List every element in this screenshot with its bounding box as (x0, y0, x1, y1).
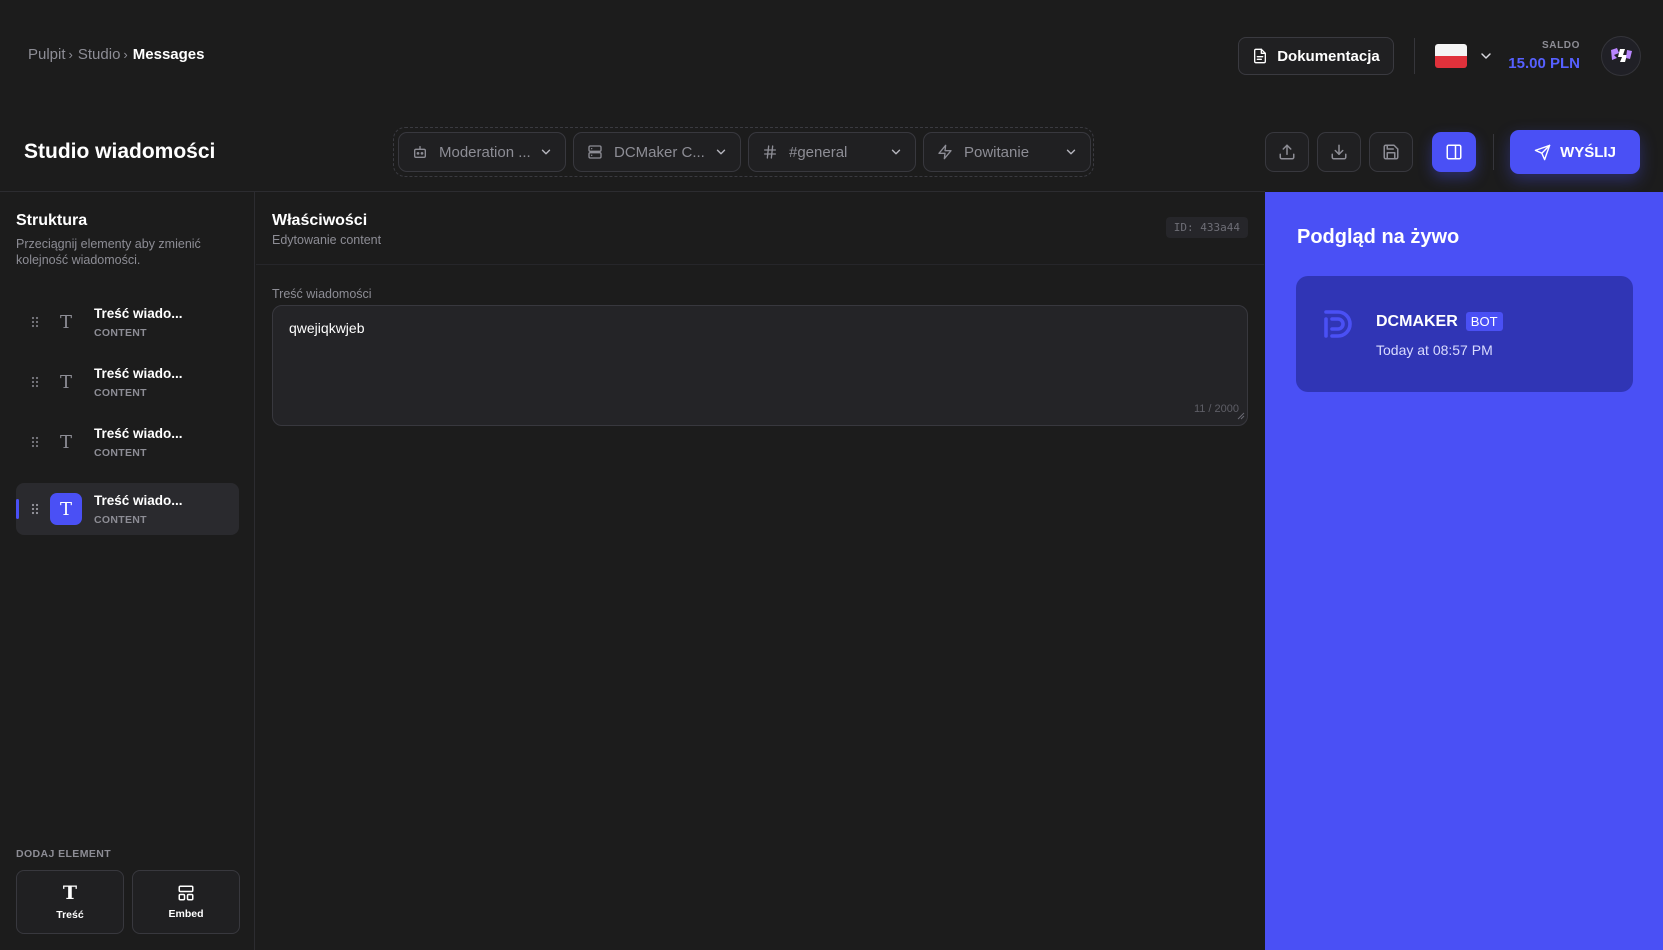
properties-title: Właściwości (272, 212, 368, 229)
send-icon (1534, 144, 1551, 160)
structure-item-kind: CONTENT (94, 326, 147, 339)
chevron-right-icon: › (123, 47, 128, 62)
download-button[interactable] (1317, 132, 1361, 172)
drag-handle-icon[interactable] (30, 503, 40, 515)
balance-value: 15.00 PLN (1508, 55, 1580, 72)
text-icon: T (50, 493, 82, 525)
text-icon: T (59, 311, 72, 333)
character-counter: 11 / 2000 (1193, 403, 1239, 415)
chevron-down-icon (539, 145, 553, 159)
upload-button[interactable] (1265, 132, 1309, 172)
embed-icon (178, 885, 194, 901)
lightning-icon (936, 143, 954, 161)
server-icon (586, 143, 604, 161)
properties-subtitle: Edytowanie content (272, 233, 382, 247)
user-logo-icon (1611, 48, 1632, 62)
balance: SALDO 15.00 PLN (1508, 40, 1580, 72)
top-bar: Pulpit › Studio › Messages Dokumentacja … (0, 0, 1663, 112)
breadcrumb-item-pulpit[interactable]: Pulpit (28, 46, 66, 63)
message-content-input[interactable]: qwejiqkwjeb 11 / 2000 (272, 305, 1248, 426)
structure-item-kind: CONTENT (94, 386, 147, 399)
live-preview-panel: Podgląd na żywo DCMAKER BOT Today at 08:… (1265, 192, 1663, 950)
chevron-down-icon (714, 145, 728, 159)
structure-item-kind: CONTENT (94, 446, 147, 459)
balance-label: SALDO (1542, 40, 1580, 51)
structure-item[interactable]: T Treść wiado... CONTENT (16, 356, 239, 408)
panel-right-icon (1446, 144, 1462, 160)
send-label: WYŚLIJ (1560, 143, 1616, 161)
divider (1493, 134, 1494, 170)
breadcrumb: Pulpit › Studio › Messages (28, 46, 204, 63)
hash-icon (761, 143, 779, 161)
structure-item-kind: CONTENT (94, 513, 147, 526)
breadcrumb-item-studio[interactable]: Studio (78, 46, 121, 63)
channel-select-value: #general (789, 143, 848, 161)
message-content-value: qwejiqkwjeb (289, 320, 365, 336)
text-icon: T (59, 371, 72, 393)
bot-select[interactable]: Moderation ... (398, 132, 566, 172)
dcmaker-logo-icon (1324, 310, 1352, 338)
template-select-value: Powitanie (964, 143, 1030, 161)
divider (256, 264, 1264, 265)
bot-select-value: Moderation ... (439, 143, 531, 161)
structure-item[interactable]: T Treść wiado... CONTENT (16, 296, 239, 348)
sidebar-title: Struktura (16, 212, 88, 229)
bot-badge: BOT (1465, 312, 1503, 331)
add-text-button[interactable]: T Treść (16, 870, 124, 934)
structure-item-active[interactable]: T Treść wiado... CONTENT (16, 483, 239, 535)
add-text-label: Treść (56, 908, 84, 921)
message-timestamp: Today at 08:57 PM (1376, 342, 1493, 358)
template-select[interactable]: Powitanie (923, 132, 1091, 172)
message-content-label: Treść wiadomości (272, 287, 372, 301)
download-icon (1331, 144, 1347, 160)
send-button[interactable]: WYŚLIJ (1510, 130, 1640, 174)
structure-sidebar: Struktura Przeciągnij elementy aby zmien… (0, 192, 255, 950)
save-button[interactable] (1369, 132, 1413, 172)
message-author: DCMAKER BOT (1376, 312, 1503, 331)
preview-title: Podgląd na żywo (1297, 226, 1460, 248)
divider (1414, 38, 1415, 74)
add-embed-label: Embed (168, 908, 204, 920)
text-icon: T (59, 431, 72, 453)
structure-item-name: Treść wiado... (94, 305, 183, 321)
sidebar-description: Przeciągnij elementy aby zmienić kolejno… (16, 237, 201, 267)
structure-item[interactable]: T Treść wiado... CONTENT (16, 416, 239, 468)
preview-message: DCMAKER BOT Today at 08:57 PM (1296, 276, 1633, 392)
drag-handle-icon[interactable] (30, 436, 40, 448)
chevron-down-icon (1064, 145, 1078, 159)
add-element-label: DODAJ ELEMENT (16, 848, 112, 860)
drag-handle-icon[interactable] (30, 376, 40, 388)
properties-panel: Właściwości Edytowanie content ID: 433a4… (256, 192, 1264, 950)
add-embed-button[interactable]: Embed (132, 870, 240, 934)
resize-handle-icon[interactable] (1237, 407, 1245, 423)
author-name: DCMAKER (1376, 312, 1458, 330)
server-select-value: DCMaker C... (614, 143, 705, 161)
chevron-right-icon: › (68, 47, 73, 62)
bot-icon (411, 143, 429, 161)
upload-icon (1279, 144, 1295, 160)
documentation-button[interactable]: Dokumentacja (1238, 37, 1394, 75)
avatar[interactable] (1601, 36, 1641, 76)
structure-item-name: Treść wiado... (94, 365, 183, 381)
document-icon (1254, 48, 1267, 64)
element-id-badge: ID: 433a44 (1165, 217, 1248, 238)
target-selectors: Moderation ... DCMaker C... #general Pow… (393, 127, 1094, 177)
documentation-label: Dokumentacja (1277, 47, 1380, 65)
chevron-down-icon (889, 145, 903, 159)
server-select[interactable]: DCMaker C... (573, 132, 741, 172)
channel-select[interactable]: #general (748, 132, 916, 172)
structure-item-name: Treść wiado... (94, 425, 183, 441)
text-icon: T (62, 881, 78, 904)
toggle-preview-button[interactable] (1432, 132, 1476, 172)
page-title: Studio wiadomości (24, 140, 216, 163)
breadcrumb-current: Messages (132, 46, 205, 63)
structure-item-name: Treść wiado... (94, 492, 183, 508)
poland-flag-icon[interactable] (1435, 44, 1467, 68)
chevron-down-icon[interactable] (1478, 48, 1494, 69)
drag-handle-icon[interactable] (30, 316, 40, 328)
save-icon (1383, 144, 1399, 160)
